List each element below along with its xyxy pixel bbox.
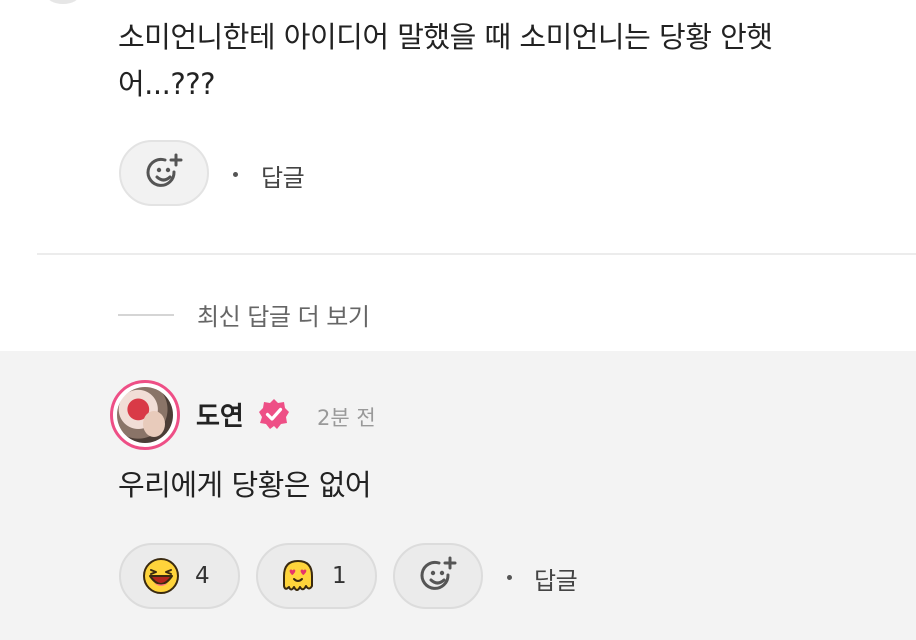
reply-button[interactable]: 답글 xyxy=(261,158,305,193)
add-reaction-button[interactable] xyxy=(393,543,483,609)
add-reaction-button[interactable] xyxy=(119,140,209,206)
laughing-face-icon xyxy=(143,558,179,594)
smile-plus-icon xyxy=(146,153,183,187)
separator-dot xyxy=(507,575,512,580)
more-replies-line xyxy=(118,314,174,316)
reaction-count: 1 xyxy=(332,563,347,589)
reply-author-name[interactable]: 도연 xyxy=(196,396,244,433)
reaction-count: 4 xyxy=(195,563,210,589)
comment-thread: 소미언니한테 아이디어 말했을 때 소미언니는 당황 안햇어...??? 답글 … xyxy=(0,0,916,640)
reply-timestamp: 2분 전 xyxy=(317,406,376,430)
separator-dot xyxy=(233,172,238,177)
verified-badge-icon xyxy=(259,399,289,429)
reply-button[interactable]: 답글 xyxy=(534,561,578,596)
avatar-photo xyxy=(117,387,173,443)
heart-eyes-ghost-icon xyxy=(283,560,313,591)
reaction-laughing[interactable]: 4 xyxy=(119,543,240,609)
reply-text: 우리에게 당황은 없어 xyxy=(118,468,372,502)
parent-avatar[interactable] xyxy=(46,0,80,4)
reaction-heart-eyes[interactable]: 1 xyxy=(256,543,377,609)
more-replies-button[interactable]: 최신 답글 더 보기 xyxy=(197,297,370,332)
comment-text: 소미언니한테 아이디어 말했을 때 소미언니는 당황 안햇어...??? xyxy=(118,20,773,101)
avatar[interactable] xyxy=(110,380,180,450)
smile-plus-icon xyxy=(420,556,457,590)
divider xyxy=(37,253,916,255)
